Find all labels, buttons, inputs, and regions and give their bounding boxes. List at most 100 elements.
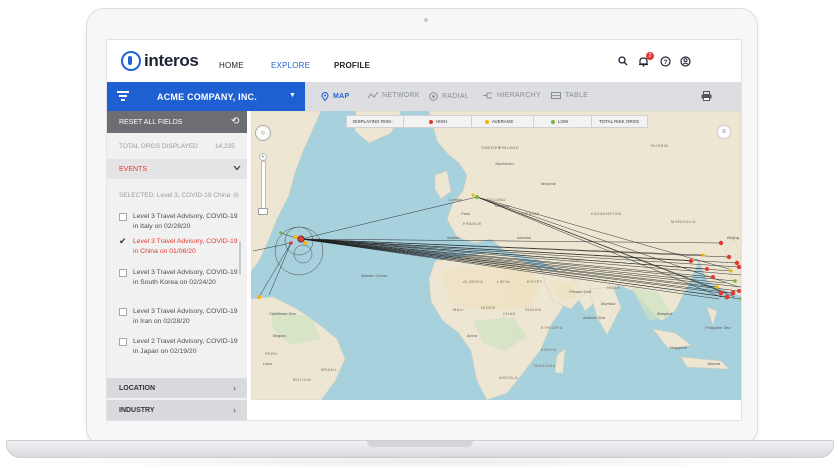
risk-marker-high[interactable]	[737, 289, 741, 293]
risk-marker-average[interactable]	[701, 253, 705, 257]
search-icon[interactable]	[617, 56, 629, 68]
industry-section-header[interactable]: INDUSTRY ›	[107, 400, 247, 420]
legend-divider	[591, 116, 592, 127]
nav-explore[interactable]: EXPLORE	[271, 61, 310, 70]
table-icon	[551, 92, 561, 99]
map-label: TANZANIA	[533, 363, 556, 368]
notification-count-badge: 2	[646, 52, 654, 60]
tab-hierarchy[interactable]: HIERARCHY	[483, 92, 541, 99]
legend-divider	[403, 116, 404, 127]
risk-marker-high[interactable]	[718, 240, 724, 246]
risk-marker-high[interactable]	[688, 258, 694, 264]
map-label: KENYA	[541, 347, 557, 352]
risk-marker-average[interactable]	[471, 193, 475, 197]
reset-history-icon: ⟲	[231, 116, 240, 127]
legend-total-risk-orgs[interactable]: TOTAL RISK ORGS	[599, 119, 639, 124]
legend-high[interactable]: HIGH	[429, 119, 447, 124]
location-section-header[interactable]: LOCATION ›	[107, 378, 247, 398]
total-orgs-label: TOTAL ORGS DISPLAYED	[119, 143, 198, 150]
tab-map[interactable]: MAP	[321, 92, 349, 101]
app-logo[interactable]: interos	[121, 51, 199, 71]
reset-label: RESET ALL FIELDS	[119, 119, 183, 126]
legend-average-label: AVERAGE	[492, 119, 514, 124]
nav-home[interactable]: HOME	[219, 61, 244, 70]
event-checkbox[interactable]	[119, 338, 127, 346]
map-label: NIGER	[481, 305, 496, 310]
tab-table-label: TABLE	[565, 92, 589, 99]
risk-marker-average[interactable]	[257, 295, 261, 299]
reset-all-fields-button[interactable]: RESET ALL FIELDS ⟲	[107, 111, 247, 133]
legend-low[interactable]: LOW	[551, 119, 568, 124]
print-icon[interactable]	[701, 91, 712, 104]
map-canvas[interactable]	[251, 111, 741, 400]
world-map[interactable]: RUSSIA FINLAND SWEDEN Stockholm Moscow L…	[251, 111, 741, 400]
events-label: EVENTS	[119, 166, 148, 173]
map-label: ALGERIA	[463, 279, 484, 284]
event-checkbox[interactable]	[119, 213, 127, 221]
south-america-land	[251, 296, 346, 400]
map-label: Paris	[461, 211, 471, 216]
sidebar-scrollbar[interactable]	[239, 241, 241, 275]
risk-marker-low[interactable]	[733, 279, 737, 283]
risk-marker-low[interactable]	[475, 195, 479, 199]
zoom-slider-handle[interactable]	[258, 208, 268, 215]
map-menu-icon[interactable]: ≡	[717, 125, 731, 139]
total-orgs-row: TOTAL ORGS DISPLAYED 14,235	[107, 133, 247, 160]
philippines-land	[706, 306, 718, 326]
legend-displaying-risk: DISPLAYING RISK:	[353, 119, 393, 124]
map-label: Stockholm	[495, 161, 514, 166]
legend-divider	[533, 116, 534, 127]
selected-event-summary: SELECTED: Level 3, COVID-19 China	[119, 192, 239, 199]
pan-control-icon[interactable]: ◇	[255, 125, 271, 141]
risk-marker-high[interactable]	[711, 275, 715, 279]
tab-network[interactable]: NETWORK	[368, 92, 420, 99]
risk-marker-low[interactable]	[739, 297, 741, 301]
clear-selection-icon[interactable]	[233, 192, 239, 198]
event-checkbox[interactable]	[119, 308, 127, 316]
range-ring	[274, 226, 324, 276]
events-section-header[interactable]: EVENTS	[107, 159, 247, 179]
risk-marker-high[interactable]	[736, 264, 741, 270]
map-label: RUSSIA	[651, 143, 669, 148]
risk-marker-low[interactable]	[279, 231, 283, 235]
nav-profile[interactable]: PROFILE	[334, 61, 370, 70]
risk-marker-average[interactable]	[729, 269, 733, 273]
risk-marker-average[interactable]	[303, 241, 307, 245]
risk-marker-high[interactable]	[289, 241, 293, 245]
tab-radial[interactable]: RADIAL	[429, 92, 469, 101]
user-account-icon[interactable]	[679, 56, 691, 68]
legend-total-label: TOTAL RISK ORGS	[599, 119, 640, 124]
filter-icon[interactable]	[117, 91, 129, 101]
map-label: LIBYA	[497, 279, 511, 284]
map-label: Caribbean Sea	[269, 311, 296, 316]
risk-marker-high[interactable]	[734, 260, 740, 266]
view-toolbar: ACME COMPANY, INC. ▼ MAP NETWORK RADIAL …	[107, 82, 741, 111]
zoom-in-icon[interactable]: +	[259, 153, 267, 161]
risk-marker-high[interactable]	[718, 290, 724, 296]
app-screen: interos HOME EXPLORE PROFILE 2 ? ACME CO…	[106, 39, 742, 421]
map-label: FRANCE	[463, 221, 482, 226]
risk-marker-average[interactable]	[715, 285, 719, 289]
tab-table[interactable]: TABLE	[551, 92, 588, 99]
tab-network-label: NETWORK	[382, 92, 420, 99]
event-checkbox[interactable]	[119, 269, 127, 277]
event-label: Level 3 Travel Advisory, COVID-19 in Ira…	[133, 308, 238, 325]
origin-marker[interactable]	[297, 235, 305, 243]
map-label: MALI	[453, 307, 464, 312]
risk-marker-high[interactable]	[705, 267, 709, 271]
checkmark-icon[interactable]: ✔	[119, 237, 127, 246]
help-icon[interactable]: ?	[659, 56, 671, 68]
company-selector[interactable]: ACME COMPANY, INC. ▼	[107, 82, 305, 111]
high-risk-dot-icon	[429, 119, 433, 124]
zoom-slider[interactable]	[261, 161, 266, 211]
map-label: BRAZIL	[321, 367, 338, 372]
legend-average[interactable]: AVERAGE	[485, 119, 513, 124]
risk-marker-average[interactable]	[293, 235, 297, 239]
map-label: POLAND	[487, 197, 506, 202]
map-label: Lima	[263, 361, 272, 366]
risk-marker-high[interactable]	[726, 254, 732, 260]
risk-marker-high[interactable]	[724, 294, 730, 300]
network-icon	[368, 92, 378, 99]
risk-marker-high[interactable]	[730, 290, 736, 296]
tab-radial-label: RADIAL	[442, 93, 470, 100]
